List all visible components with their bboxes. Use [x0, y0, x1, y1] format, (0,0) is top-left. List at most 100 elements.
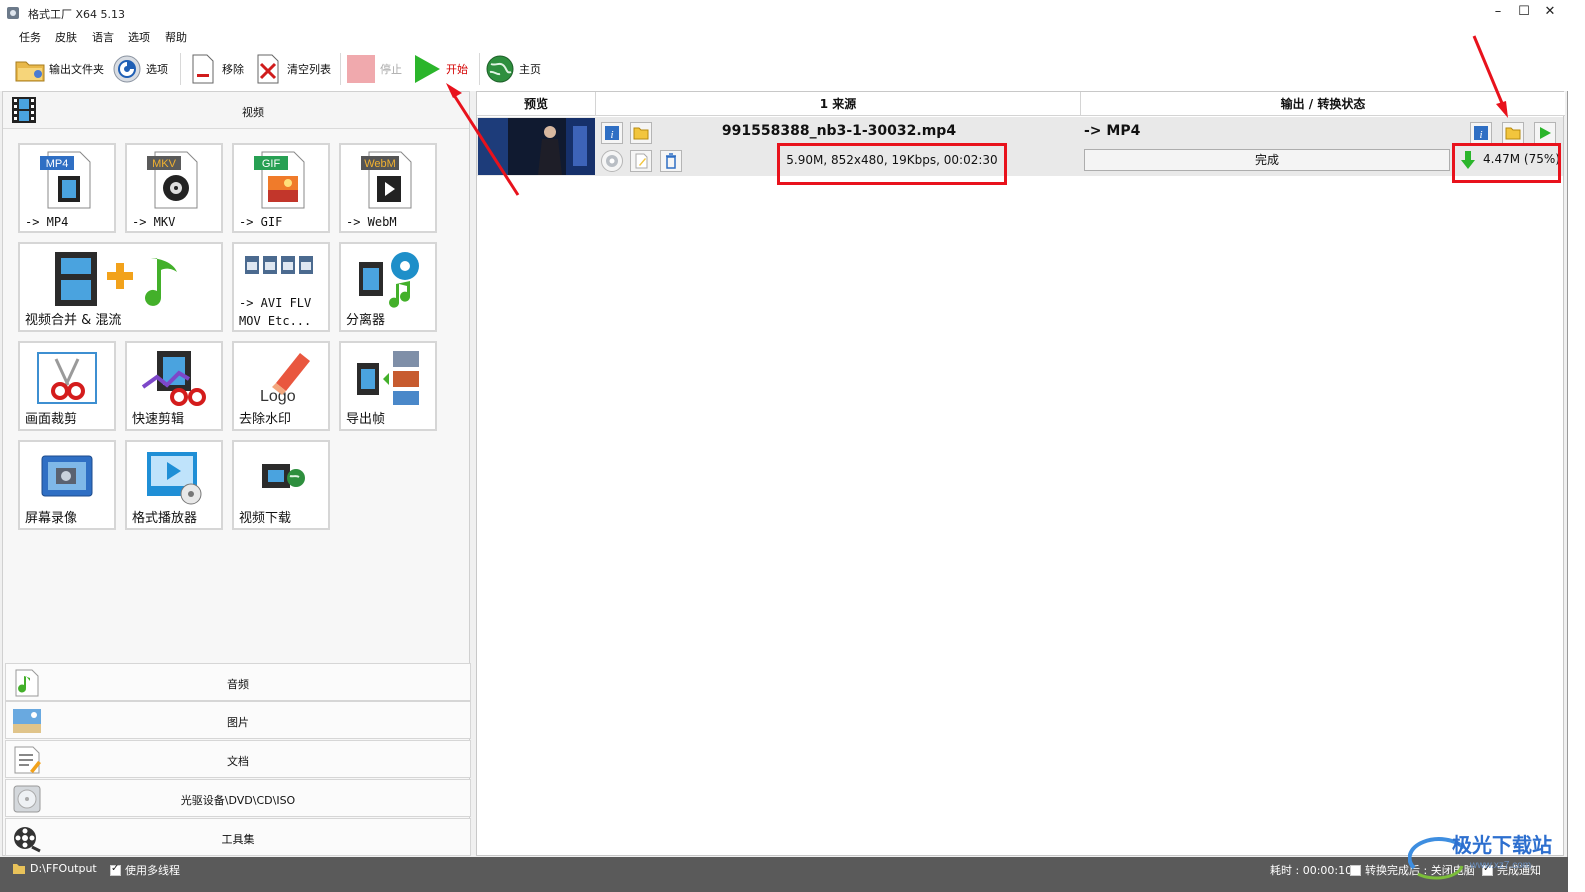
tile-splitter[interactable]: 分离器: [339, 242, 437, 332]
function-panel: 视频 MP4 -> MP4 MKV -> MKV GIF -> GIF WebM…: [2, 91, 471, 856]
tile-to-avi-flv-mov[interactable]: -> AVI FLV MOV Etc...: [232, 242, 330, 332]
tile-to-mkv[interactable]: MKV -> MKV: [125, 143, 223, 233]
tile-label: 视频下载: [239, 511, 292, 526]
source-filename: 991558388_nb3-1-30032.mp4: [721, 123, 957, 139]
remove-document-icon: [188, 54, 218, 84]
task-settings-button[interactable]: [601, 150, 623, 172]
play-icon: [1540, 127, 1551, 139]
tile-label-line2: MOV Etc...: [239, 314, 312, 328]
multithread-label: 使用多线程: [125, 864, 180, 877]
gif-file-icon: GIF: [234, 149, 328, 211]
output-info-button[interactable]: i: [1470, 122, 1492, 144]
tile-video-download[interactable]: 视频下载: [232, 440, 330, 530]
annotation-box-source-info: [777, 143, 1007, 185]
title-bar: 格式工厂 X64 5.13 – ☐ ✕: [0, 0, 1568, 27]
quick-clip-icon: [127, 347, 221, 409]
tile-to-gif[interactable]: GIF -> GIF: [232, 143, 330, 233]
remove-button[interactable]: 移除: [188, 51, 244, 87]
minimize-button[interactable]: –: [1488, 4, 1508, 22]
output-path[interactable]: D:\FFOutput: [12, 862, 97, 875]
stop-button[interactable]: 停止: [346, 51, 402, 87]
tile-to-webm[interactable]: WebM -> WebM: [339, 143, 437, 233]
multi-format-icon: [234, 248, 328, 284]
category-label: 图片: [227, 716, 249, 729]
tile-format-player[interactable]: 格式播放器: [125, 440, 223, 530]
close-button[interactable]: ✕: [1540, 4, 1560, 22]
task-edit-button[interactable]: [630, 150, 652, 172]
player-icon: [127, 446, 221, 508]
folder-icon: [15, 54, 45, 84]
options-button[interactable]: 选项: [112, 51, 168, 87]
menu-language[interactable]: 语言: [92, 29, 114, 45]
tile-label: 视频合并 & 混流: [25, 313, 122, 328]
column-source[interactable]: 1 来源: [596, 92, 1081, 116]
checkbox-checked-icon: [110, 863, 121, 876]
category-image[interactable]: 图片: [5, 701, 471, 739]
window-title: 格式工厂 X64 5.13: [28, 8, 126, 21]
folder-icon: [1505, 127, 1521, 140]
mkv-file-icon: MKV: [127, 149, 221, 211]
output-path-text: D:\FFOutput: [30, 862, 97, 875]
webm-file-icon: WebM: [341, 149, 435, 211]
splitter-icon: [341, 248, 435, 310]
tile-quick-clip[interactable]: 快速剪辑: [125, 341, 223, 431]
start-button[interactable]: 开始: [412, 51, 468, 87]
toolbar-separator: [180, 53, 181, 85]
video-category-header[interactable]: 视频: [3, 92, 469, 129]
elapsed-time: 耗时 : 00:00:10: [1270, 862, 1352, 878]
video-download-icon: [234, 446, 328, 508]
category-document[interactable]: 文档: [5, 740, 471, 778]
output-folder-button[interactable]: 输出文件夹: [15, 51, 104, 87]
column-preview[interactable]: 预览: [477, 92, 596, 116]
app-logo-icon: [7, 7, 19, 19]
task-row[interactable]: i 991558388_nb3-1-30032.mp4 5.90M, 852x4…: [477, 117, 1563, 185]
tile-crop[interactable]: 画面裁剪: [18, 341, 116, 431]
folder-icon: [13, 863, 25, 874]
watermark-logo: 极光下载站 www.xz7.com: [1407, 828, 1568, 888]
task-delete-button[interactable]: [660, 150, 682, 172]
tile-export-frames[interactable]: 导出帧: [339, 341, 437, 431]
output-folder-button[interactable]: [1502, 122, 1524, 144]
tile-label: 导出帧: [346, 412, 386, 427]
gif-badge-text: GIF: [262, 158, 281, 170]
tile-label: 分离器: [346, 313, 386, 328]
tile-remove-watermark[interactable]: Logo 去除水印: [232, 341, 330, 431]
category-label: 光驱设备\DVD\CD\ISO: [180, 794, 296, 807]
mp4-file-icon: MP4: [20, 149, 114, 211]
tile-to-mp4[interactable]: MP4 -> MP4: [18, 143, 116, 233]
menu-skin[interactable]: 皮肤: [55, 29, 77, 45]
menu-help[interactable]: 帮助: [165, 29, 187, 45]
category-label: 工具集: [221, 833, 255, 846]
menu-bar: 任务 皮肤 语言 选项 帮助: [0, 27, 1568, 47]
column-output-status[interactable]: 输出 / 转换状态: [1081, 92, 1565, 116]
export-frames-icon: [341, 347, 435, 409]
multithread-checkbox[interactable]: 使用多线程: [110, 862, 180, 878]
tile-merge-mux[interactable]: 视频合并 & 混流: [18, 242, 223, 332]
eraser-logo-icon: Logo: [234, 347, 328, 409]
toolbar: 输出文件夹 选项 移除 清空列表 停止 开始 主页: [0, 47, 1568, 91]
tile-label-line1: -> AVI FLV: [239, 296, 312, 310]
home-button[interactable]: 主页: [485, 51, 541, 87]
maximize-button[interactable]: ☐: [1514, 4, 1534, 22]
category-tools[interactable]: 工具集: [5, 818, 471, 856]
tile-screen-record[interactable]: 屏幕录像: [18, 440, 116, 530]
output-format: -> MP4: [1084, 123, 1141, 139]
tile-label: -> MKV: [132, 215, 176, 229]
elapsed-time-text: 耗时 : 00:00:10: [1270, 864, 1353, 877]
menu-options[interactable]: 选项: [128, 29, 150, 45]
toolbar-separator: [340, 53, 341, 85]
menu-task[interactable]: 任务: [19, 29, 41, 45]
clear-list-icon: [253, 54, 283, 84]
clear-list-button[interactable]: 清空列表: [253, 51, 331, 87]
output-play-button[interactable]: [1534, 122, 1556, 144]
category-audio[interactable]: 音频: [5, 663, 471, 701]
watermark-url: www.xz7.com: [1469, 860, 1531, 871]
webm-badge-text: WebM: [364, 158, 396, 170]
scissors-crop-icon: [20, 347, 114, 409]
info-icon: i: [1474, 126, 1488, 141]
stop-icon: [346, 54, 376, 84]
video-thumbnail: [478, 118, 595, 175]
category-optical[interactable]: 光驱设备\DVD\CD\ISO: [5, 779, 471, 817]
tile-label: -> WebM: [346, 215, 397, 229]
toolbar-separator: [479, 53, 480, 85]
